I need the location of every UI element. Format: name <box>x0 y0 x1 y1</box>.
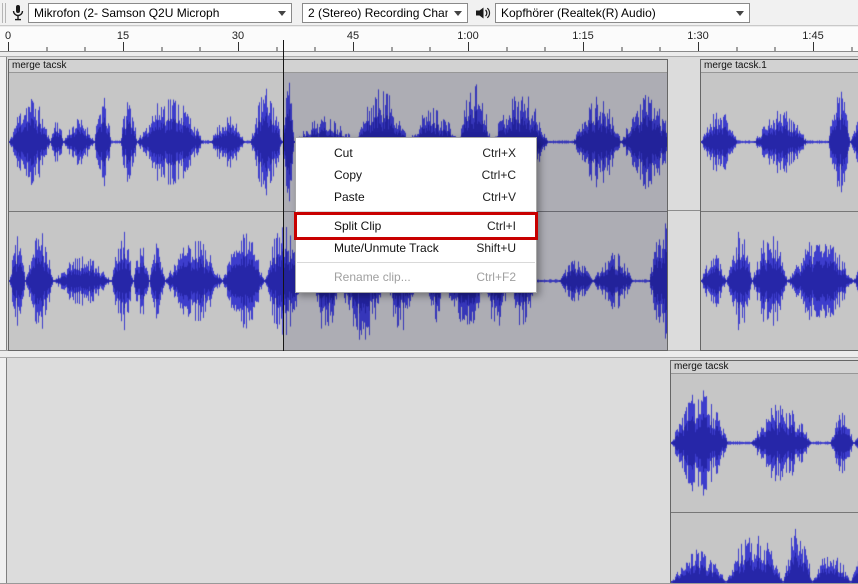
waveform-right-channel[interactable] <box>701 212 858 350</box>
menu-item-shortcut: Ctrl+I <box>486 219 516 233</box>
speaker-icon <box>475 5 492 26</box>
menu-item-mute-unmute-track[interactable]: Mute/Unmute Track Shift+U <box>296 237 536 259</box>
clip-title-bar[interactable]: merge tacsk.1 <box>701 60 858 73</box>
ruler-tick-label: 45 <box>346 30 360 42</box>
menu-item-copy[interactable]: Copy Ctrl+C <box>296 164 536 186</box>
clip-context-menu: Cut Ctrl+X Copy Ctrl+C Paste Ctrl+V Spli… <box>294 137 538 293</box>
clip-title-bar[interactable]: merge tacsk <box>9 60 667 73</box>
menu-item-label: Copy <box>334 168 363 182</box>
edit-cursor <box>283 40 284 351</box>
playback-device-value: Kopfhörer (Realtek(R) Audio) <box>501 6 656 20</box>
menu-item-paste[interactable]: Paste Ctrl+V <box>296 186 536 208</box>
waveform-left-channel[interactable] <box>701 73 858 211</box>
menu-item-cut[interactable]: Cut Ctrl+X <box>296 142 536 164</box>
menu-item-label: Rename clip... <box>334 270 411 284</box>
device-toolbar: Mikrofon (2- Samson Q2U Microph 2 (Stere… <box>0 0 858 26</box>
ruler-tick-label: 1:30 <box>687 30 709 42</box>
waveform-left-channel[interactable] <box>671 374 858 512</box>
ruler-tick-label: 1:15 <box>572 30 594 42</box>
menu-item-label: Paste <box>334 190 365 204</box>
waveform-right-channel[interactable] <box>671 513 858 583</box>
ruler-tick-label: 1:45 <box>802 30 824 42</box>
chevron-down-icon <box>736 10 744 16</box>
recording-device-select[interactable]: Mikrofon (2- Samson Q2U Microph <box>28 3 292 23</box>
menu-item-shortcut: Shift+U <box>476 241 516 255</box>
chevron-down-icon <box>278 10 286 16</box>
microphone-icon <box>11 4 25 27</box>
recording-channels-select[interactable]: 2 (Stereo) Recording Chann <box>302 3 468 23</box>
menu-item-label: Mute/Unmute Track <box>334 241 439 255</box>
menu-item-label: Split Clip <box>334 219 382 233</box>
clip-merge-tacsk-1[interactable]: merge tacsk.1 <box>700 59 858 351</box>
ruler-tick-label: 30 <box>231 30 245 42</box>
timeline-ruler[interactable]: 0 15 30 45 1:00 1:15 1:30 1:45 <box>0 27 858 52</box>
menu-item-shortcut: Ctrl+V <box>482 190 516 204</box>
clip-title-bar[interactable]: merge tacsk <box>671 361 858 374</box>
toolbar-grabber[interactable] <box>2 3 6 23</box>
menu-item-split-clip[interactable]: Split Clip Ctrl+I <box>294 212 538 240</box>
menu-item-shortcut: Ctrl+C <box>481 168 516 182</box>
menu-separator <box>297 262 535 263</box>
ruler-major-ticks <box>8 42 858 51</box>
ruler-tick-label: 15 <box>116 30 130 42</box>
menu-item-shortcut: Ctrl+F2 <box>476 270 516 284</box>
clip-merge-tacsk-track2[interactable]: merge tacsk <box>670 360 858 583</box>
playback-device-select[interactable]: Kopfhörer (Realtek(R) Audio) <box>495 3 750 23</box>
menu-item-shortcut: Ctrl+X <box>482 146 516 160</box>
menu-item-label: Cut <box>334 146 353 160</box>
audio-track-2: merge tacsk <box>0 357 858 584</box>
track-panel-edge <box>0 358 7 583</box>
menu-item-rename-clip[interactable]: Rename clip... Ctrl+F2 <box>296 266 536 288</box>
recording-device-value: Mikrofon (2- Samson Q2U Microph <box>34 6 220 20</box>
chevron-down-icon <box>454 10 462 16</box>
menu-separator <box>297 211 535 212</box>
track-panel-edge <box>0 57 7 350</box>
recording-channels-value: 2 (Stereo) Recording Chann <box>308 6 448 20</box>
ruler-tick-label: 0 <box>4 30 12 42</box>
ruler-tick-label: 1:00 <box>457 30 479 42</box>
